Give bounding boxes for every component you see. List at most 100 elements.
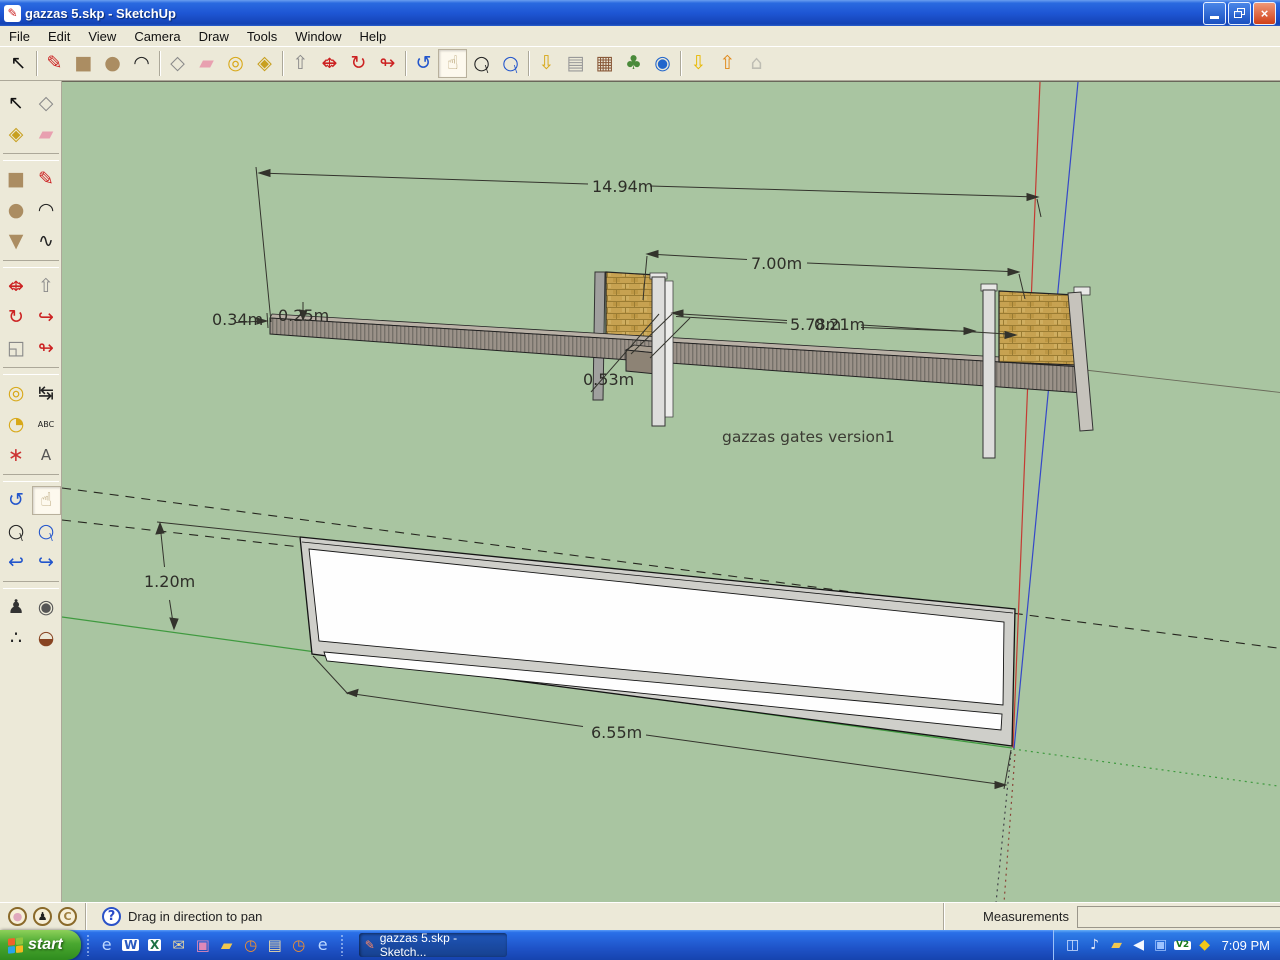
close-button[interactable]: × xyxy=(1253,2,1276,25)
select-tool-button[interactable]: ↖ xyxy=(4,49,33,78)
menu-view[interactable]: View xyxy=(79,27,125,46)
look-around-button[interactable]: ◉ xyxy=(32,593,61,622)
quick-launch-excel-button[interactable]: X xyxy=(143,932,167,958)
quick-launch-grip[interactable] xyxy=(86,934,90,956)
zoom-next-button[interactable]: ↪ xyxy=(32,548,61,577)
make-component-button[interactable]: ◇ xyxy=(163,49,192,78)
tray-audio-button[interactable]: ♪ xyxy=(1084,933,1106,957)
quick-launch-notebook-button[interactable]: ▤ xyxy=(263,932,287,958)
google-earth-button[interactable]: ◉ xyxy=(648,49,677,78)
credits-icon[interactable]: C xyxy=(58,907,77,926)
zoom-tool-button[interactable]: ○\ xyxy=(2,517,31,546)
geolocation-icon[interactable]: ● xyxy=(8,907,27,926)
middle-white-post[interactable] xyxy=(652,277,665,426)
taskbar-clock[interactable]: 7:09 PM xyxy=(1222,938,1270,953)
eraser-tool-button[interactable]: ▰ xyxy=(32,120,61,149)
protractor-tool-button[interactable]: ◔ xyxy=(2,410,31,439)
right-white-post[interactable] xyxy=(983,290,995,458)
canvas-background[interactable] xyxy=(62,82,1280,903)
select-tool-button[interactable]: ↖ xyxy=(2,89,31,118)
menu-window[interactable]: Window xyxy=(286,27,350,46)
polygon-tool-button[interactable]: ▼ xyxy=(2,227,31,256)
share-model-button[interactable]: ⇧ xyxy=(713,49,742,78)
tray-volume-button[interactable]: ◀ xyxy=(1128,933,1150,957)
circle-tool-button[interactable]: ● xyxy=(2,196,31,225)
rotate-tool-button[interactable]: ↻ xyxy=(344,49,373,78)
zoom-extents-tool-button[interactable]: ○\ xyxy=(496,49,525,78)
dim-panel-length-label[interactable]: 6.55m xyxy=(591,723,642,742)
move-tool-button[interactable]: ↔↕ xyxy=(2,272,31,301)
orbit-tool-button[interactable]: ↺ xyxy=(409,49,438,78)
middle-white-post-rear[interactable] xyxy=(665,281,673,417)
push-pull-tool-button[interactable]: ⇧ xyxy=(286,49,315,78)
zoom-extents-tool-button[interactable]: ○\ xyxy=(32,517,61,546)
tray-network-button[interactable]: ◫ xyxy=(1062,933,1084,957)
tray-update-shield-button[interactable]: ◆ xyxy=(1194,933,1216,957)
task-button-sketchup[interactable]: ✎ gazzas 5.skp - Sketch... xyxy=(359,933,507,957)
rectangle-tool-button[interactable]: ■ xyxy=(69,49,98,78)
dim-overall-label[interactable]: 14.94m xyxy=(592,177,653,196)
start-button[interactable]: start xyxy=(0,930,81,960)
right-brick-pier[interactable] xyxy=(999,291,1075,365)
eraser-tool-button[interactable]: ▰ xyxy=(192,49,221,78)
dim-wall-height-label[interactable]: 1.20m xyxy=(144,572,195,591)
offset-tool-button[interactable]: ↬ xyxy=(373,49,402,78)
scale-tool-button[interactable]: ◱ xyxy=(2,334,31,363)
menu-file[interactable]: File xyxy=(0,27,39,46)
paint-bucket-tool-button[interactable]: ◈ xyxy=(2,120,31,149)
3d-text-tool-button[interactable]: A xyxy=(32,441,61,470)
middle-brick-pier[interactable] xyxy=(606,272,656,342)
photo-textures-button[interactable]: ▦ xyxy=(590,49,619,78)
pan-tool-button[interactable]: ☝ xyxy=(438,49,467,78)
measurements-box[interactable] xyxy=(1077,906,1280,928)
move-tool-button[interactable]: ↔↕ xyxy=(315,49,344,78)
model-note-text[interactable]: gazzas gates version1 xyxy=(722,428,895,446)
dim-0-34-label[interactable]: 0.34m xyxy=(212,310,263,329)
restore-button[interactable] xyxy=(1228,2,1251,25)
menu-draw[interactable]: Draw xyxy=(190,27,238,46)
quick-launch-word-button[interactable]: W xyxy=(119,932,143,958)
zoom-previous-button[interactable]: ↩ xyxy=(2,548,31,577)
dim-opening-label[interactable]: 7.00m xyxy=(751,254,802,273)
arc-tool-button[interactable]: ◠ xyxy=(32,196,61,225)
zoom-tool-button[interactable]: ○\ xyxy=(467,49,496,78)
tape-measure-tool-button[interactable]: ◎ xyxy=(2,379,31,408)
follow-me-tool-button[interactable]: ↪ xyxy=(32,303,61,332)
line-tool-button[interactable]: ✎ xyxy=(32,165,61,194)
offset-tool-button[interactable]: ↬ xyxy=(32,334,61,363)
quick-launch-clock-2-button[interactable]: ◷ xyxy=(287,932,311,958)
dim-0-21-label[interactable]: 0.21m xyxy=(814,315,865,334)
dimension-tool-button[interactable]: ↹ xyxy=(32,379,61,408)
text-tool-button[interactable]: ABC xyxy=(32,410,61,439)
tray-v2-button[interactable]: V2 xyxy=(1172,933,1194,957)
circle-tool-button[interactable]: ● xyxy=(98,49,127,78)
tape-measure-tool-button[interactable]: ◎ xyxy=(221,49,250,78)
minimize-button[interactable] xyxy=(1203,2,1226,25)
line-tool-button[interactable]: ✎ xyxy=(40,49,69,78)
dim-0-25-label[interactable]: 0.25m xyxy=(278,306,329,325)
orbit-tool-button[interactable]: ↺ xyxy=(2,486,31,515)
freehand-tool-button[interactable]: ∿ xyxy=(32,227,61,256)
paint-bucket-tool-button[interactable]: ◈ xyxy=(250,49,279,78)
push-pull-tool-button[interactable]: ⇧ xyxy=(32,272,61,301)
arc-tool-button[interactable]: ◠ xyxy=(127,49,156,78)
rotate-tool-button[interactable]: ↻ xyxy=(2,303,31,332)
toggle-terrain-button[interactable]: ▤ xyxy=(561,49,590,78)
quick-launch-ie-button[interactable]: e xyxy=(95,932,119,958)
walk-tool-button[interactable]: ∴ xyxy=(2,624,31,653)
author-icon[interactable]: ♟ xyxy=(33,907,52,926)
menu-edit[interactable]: Edit xyxy=(39,27,79,46)
rectangle-tool-button[interactable]: ■ xyxy=(2,165,31,194)
make-component-button[interactable]: ◇ xyxy=(32,89,61,118)
get-current-view-button[interactable]: ⇩ xyxy=(532,49,561,78)
quick-launch-ie-2-button[interactable]: e xyxy=(311,932,335,958)
help-icon[interactable]: ? xyxy=(102,907,121,926)
quick-launch-media-button[interactable]: ▣ xyxy=(191,932,215,958)
quick-launch-folder-button[interactable]: ▰ xyxy=(215,932,239,958)
dim-0-53-label[interactable]: 0.53m xyxy=(583,370,634,389)
quick-launch-mail-button[interactable]: ✉ xyxy=(167,932,191,958)
add-new-building-button[interactable]: ♣ xyxy=(619,49,648,78)
tray-display-button[interactable]: ▣ xyxy=(1150,933,1172,957)
tray-folder-button[interactable]: ▰ xyxy=(1106,933,1128,957)
axes-tool-button[interactable]: ∗ xyxy=(2,441,31,470)
